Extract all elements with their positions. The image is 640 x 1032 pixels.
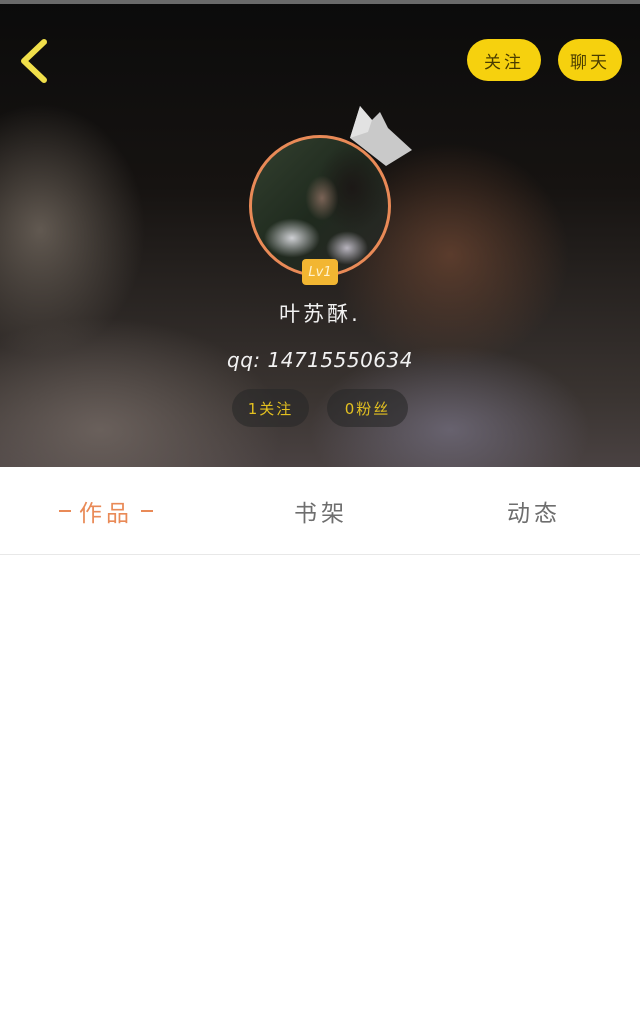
avatar[interactable]	[249, 135, 391, 277]
profile-tabs: 作品 书架 动态	[0, 467, 640, 555]
qq-number: qq: 14715550634	[227, 348, 413, 372]
tab-indicator-left	[59, 509, 71, 512]
following-count[interactable]: 1关注	[232, 389, 309, 427]
tab-works-label: 作品	[79, 500, 133, 527]
username: 叶苏酥.	[279, 302, 361, 326]
tab-bookshelf[interactable]: 书架	[255, 467, 387, 554]
chat-button[interactable]: 聊天	[558, 39, 622, 81]
profile-header: 关注 聊天 Lv1 叶苏酥. qq: 14715550634 1关注 0粉丝	[0, 0, 640, 467]
tab-bookshelf-label: 书架	[294, 500, 348, 527]
fans-count[interactable]: 0粉丝	[327, 389, 408, 427]
level-badge: Lv1	[302, 259, 338, 285]
status-strip	[0, 0, 640, 4]
tab-works[interactable]: 作品	[40, 467, 172, 554]
tab-content-area	[0, 555, 640, 1032]
profile-page: 关注 聊天 Lv1 叶苏酥. qq: 14715550634 1关注 0粉丝 作…	[0, 0, 640, 1032]
back-button[interactable]	[14, 36, 58, 86]
follow-button[interactable]: 关注	[467, 39, 541, 81]
tab-activity[interactable]: 动态	[468, 467, 600, 554]
tab-indicator-right	[141, 509, 153, 512]
chevron-left-icon	[21, 39, 47, 83]
tab-activity-label: 动态	[507, 500, 561, 527]
